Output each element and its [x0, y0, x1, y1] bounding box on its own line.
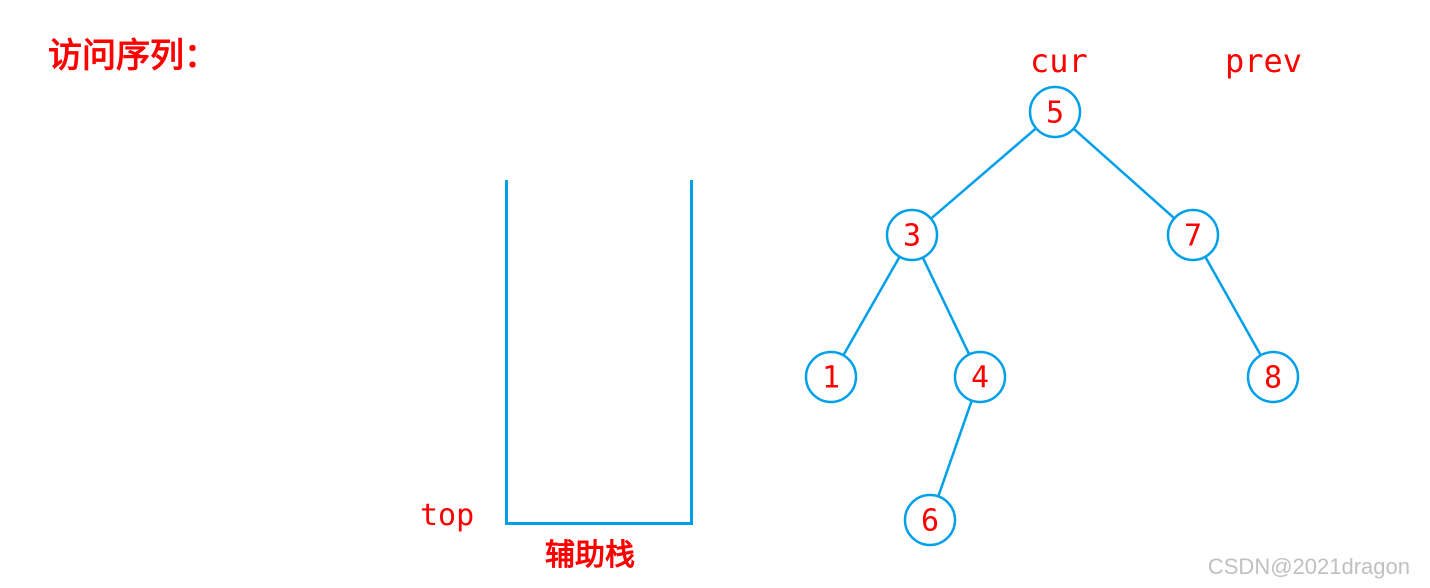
- stack-left-wall: [505, 180, 508, 525]
- cur-pointer-label: cur: [1030, 42, 1088, 80]
- tree-node-value-6: 6: [921, 504, 939, 539]
- watermark: CSDN@2021dragon: [1208, 554, 1410, 580]
- tree-edge: [923, 258, 969, 355]
- tree-edge: [1074, 129, 1175, 219]
- tree-node-value-5: 5: [1046, 96, 1064, 131]
- tree-node-value-7: 7: [1184, 219, 1202, 254]
- tree-edge: [931, 128, 1036, 218]
- stack-top-label: top: [420, 498, 474, 533]
- tree-node-value-8: 8: [1264, 361, 1282, 396]
- tree-edge: [938, 401, 971, 497]
- tree-edge: [843, 257, 899, 356]
- auxiliary-stack: [505, 180, 693, 525]
- binary-tree: 5 3 7 1 4 8 6: [800, 80, 1360, 560]
- stack-name-label: 辅助栈: [545, 530, 635, 574]
- tree-node-value-3: 3: [903, 219, 921, 254]
- stack-bottom: [505, 522, 693, 525]
- prev-pointer-label: prev: [1225, 42, 1302, 80]
- stack-right-wall: [690, 180, 693, 525]
- tree-edge: [1205, 257, 1260, 355]
- tree-node-value-4: 4: [971, 361, 989, 396]
- visit-sequence-label: 访问序列：: [48, 28, 218, 77]
- tree-node-value-1: 1: [822, 361, 840, 396]
